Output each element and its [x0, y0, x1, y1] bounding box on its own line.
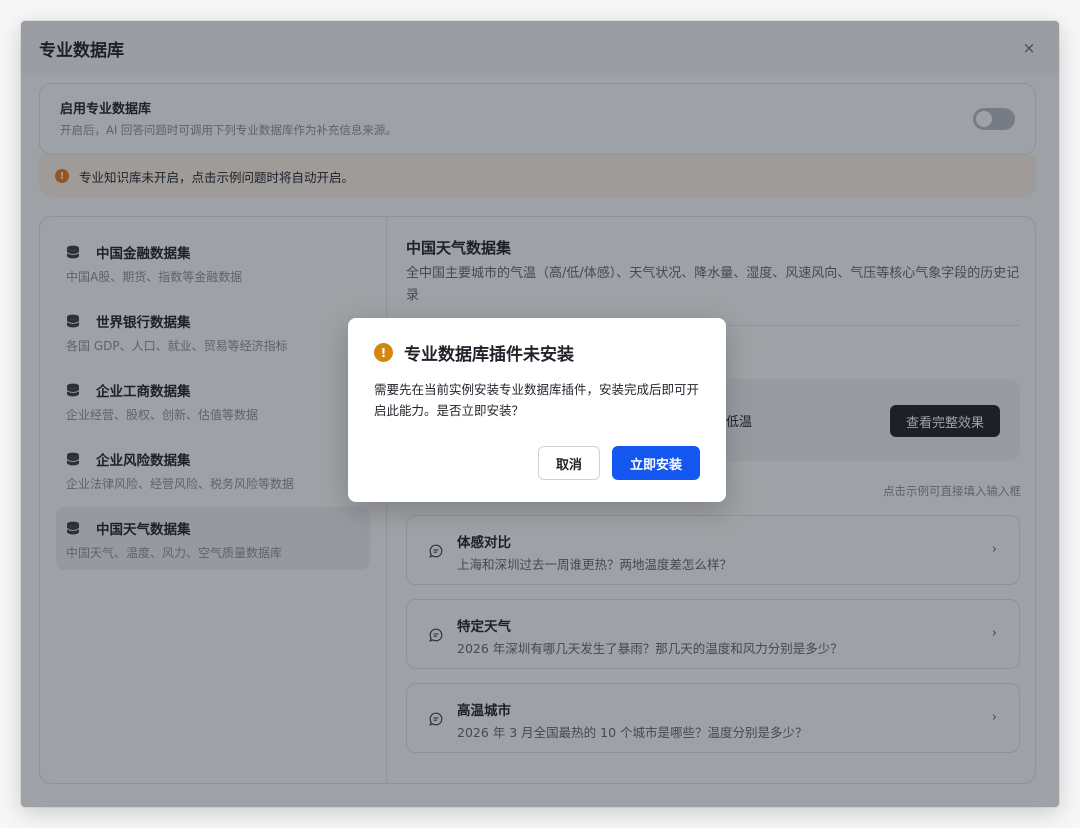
install-now-button[interactable]: 立即安装	[611, 446, 700, 480]
dialog-title: 专业数据库插件未安装	[404, 345, 574, 365]
database-settings-window: 专业数据库 × 启用专业数据库 开启后，AI 回答问题时可调用下列专业数据库作为…	[21, 21, 1059, 807]
cancel-button[interactable]: 取消	[537, 446, 600, 480]
plugin-not-installed-dialog: ! 专业数据库插件未安装 需要先在当前实例安装专业数据库插件，安装完成后即可开启…	[348, 318, 726, 502]
dialog-actions: 取消 立即安装	[537, 446, 700, 480]
dialog-body: 需要先在当前实例安装专业数据库插件，安装完成后即可开启此能力。是否立即安装？	[374, 382, 700, 418]
warning-icon: !	[374, 343, 393, 362]
